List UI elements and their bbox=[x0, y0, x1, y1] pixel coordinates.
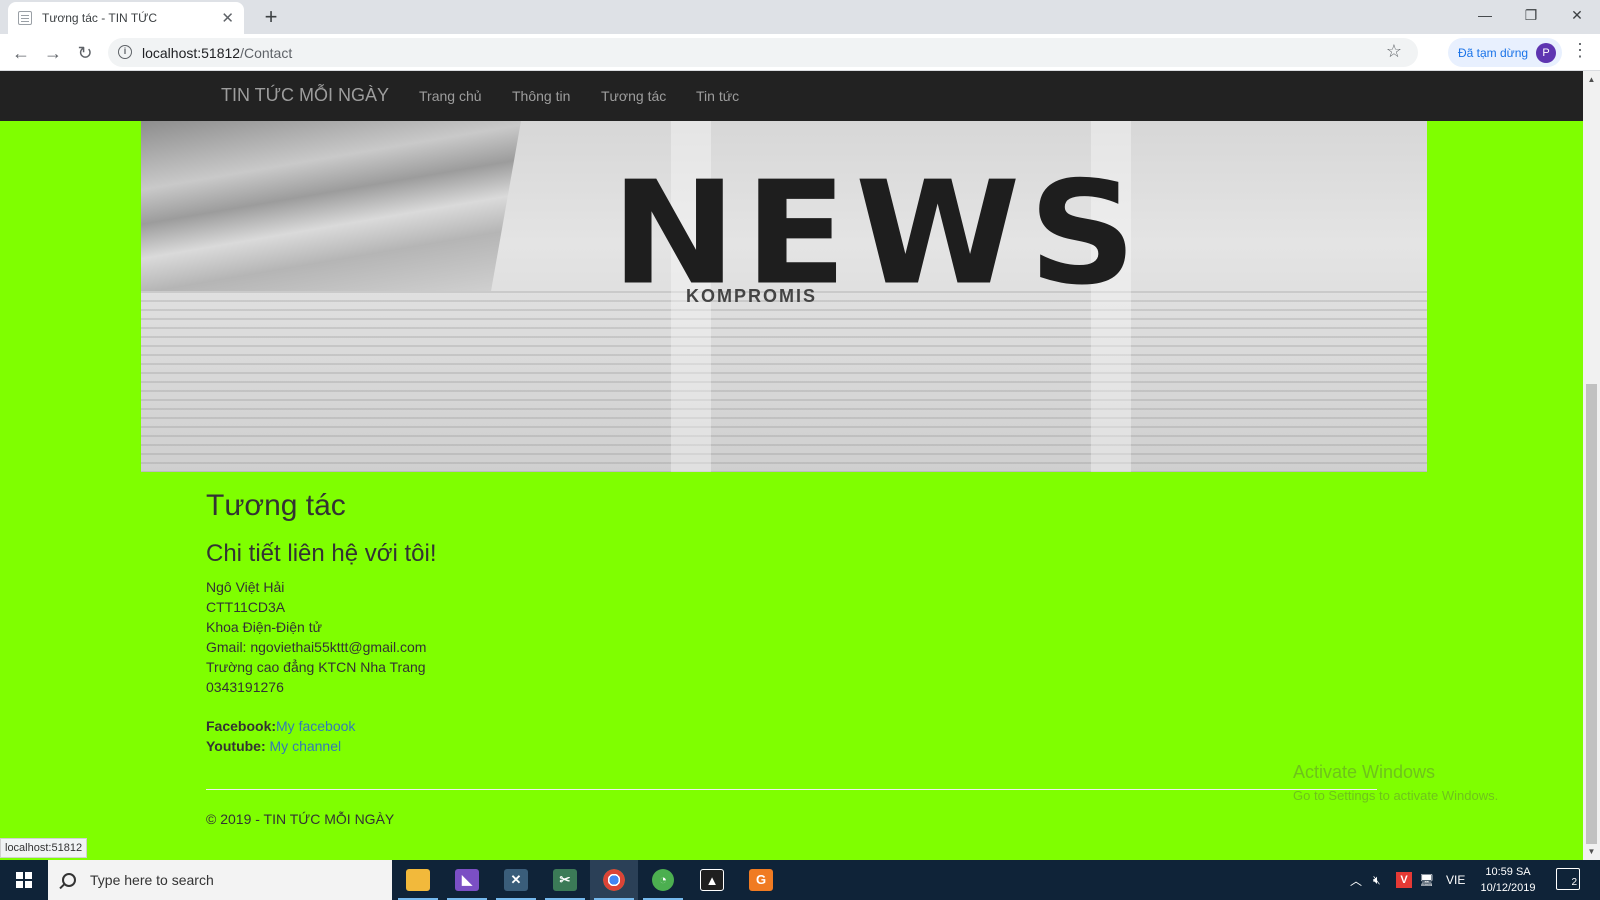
tools-icon[interactable]: ✕ bbox=[492, 860, 540, 900]
browser-tab-strip: Tương tác - TIN TỨC ✕ + — ❐ ✕ bbox=[0, 0, 1600, 34]
scroll-down-icon[interactable]: ▼ bbox=[1583, 843, 1600, 860]
antivirus-icon[interactable]: V bbox=[1396, 860, 1412, 900]
profile-button[interactable]: Đã tạm dừng P bbox=[1448, 38, 1562, 67]
url-path: /Contact bbox=[240, 45, 293, 61]
facebook-link[interactable]: My facebook bbox=[276, 718, 355, 734]
youtube-label: Youtube: bbox=[206, 738, 266, 754]
windows-logo-icon bbox=[16, 872, 32, 888]
back-button[interactable]: ← bbox=[8, 40, 34, 66]
foxit-pdf-icon[interactable]: G bbox=[737, 860, 785, 900]
youtube-link[interactable]: My channel bbox=[270, 738, 342, 754]
banner-headline: NEWS bbox=[611, 151, 1145, 317]
clock-time: 10:59 SA bbox=[1485, 866, 1531, 878]
newspaper-texture bbox=[141, 291, 1427, 472]
network-icon[interactable]: 🖥︎ bbox=[1419, 860, 1434, 900]
activate-windows-title: Activate Windows bbox=[1293, 762, 1436, 782]
activate-windows-hint: Go to Settings to activate Windows. bbox=[1293, 788, 1499, 803]
search-icon bbox=[62, 873, 76, 887]
browser-tab[interactable]: Tương tác - TIN TỨC ✕ bbox=[8, 2, 244, 34]
site-info-icon[interactable]: i bbox=[118, 45, 132, 59]
contact-name: Ngô Việt Hải bbox=[206, 579, 285, 595]
facebook-row: Facebook:My facebook bbox=[206, 716, 355, 736]
start-button[interactable] bbox=[0, 860, 48, 900]
action-center-icon[interactable]: 2 bbox=[1556, 868, 1580, 890]
new-tab-button[interactable]: + bbox=[258, 4, 284, 30]
nav-link-contact[interactable]: Tương tác bbox=[601, 88, 666, 104]
contact-school: Trường cao đẳng KTCN Nha Trang bbox=[206, 659, 426, 675]
volume-muted-icon[interactable]: 🔇︎ bbox=[1373, 860, 1381, 900]
page-favicon-icon bbox=[18, 11, 32, 25]
banner-subheadline: KOMPROMIS bbox=[686, 286, 818, 306]
browser-toolbar: ← → ↻ i localhost:51812/Contact ☆ Đã tạm… bbox=[0, 34, 1600, 71]
close-window-button[interactable]: ✕ bbox=[1554, 0, 1600, 30]
page-title: Tương tác bbox=[206, 489, 346, 522]
scroll-up-icon[interactable]: ▲ bbox=[1583, 71, 1600, 88]
page-viewport: TIN TỨC MỖI NGÀY Trang chủ Thông tin Tươ… bbox=[0, 71, 1583, 860]
site-brand-link[interactable]: TIN TỨC MỖI NGÀY bbox=[221, 85, 389, 106]
contact-address: Ngô Việt Hải CTT11CD3A Khoa Điện-Điện tử… bbox=[206, 577, 426, 697]
chrome-icon[interactable] bbox=[590, 860, 638, 900]
newspaper-stack bbox=[141, 121, 521, 291]
avatar: P bbox=[1536, 42, 1557, 63]
nav-link-news[interactable]: Tin tức bbox=[696, 88, 739, 104]
address-url[interactable]: localhost:51812/Contact bbox=[142, 45, 292, 61]
nav-link-home[interactable]: Trang chủ bbox=[419, 88, 482, 104]
facebook-label: Facebook: bbox=[206, 718, 277, 734]
forward-button[interactable]: → bbox=[40, 40, 66, 66]
browser-menu-icon[interactable]: ⋮ bbox=[1570, 40, 1590, 61]
file-explorer-icon[interactable] bbox=[394, 860, 442, 900]
clock-date: 10/12/2019 bbox=[1480, 882, 1536, 894]
tab-close-icon[interactable]: ✕ bbox=[221, 9, 234, 27]
photos-icon[interactable]: ▲ bbox=[688, 860, 736, 900]
minimize-button[interactable]: — bbox=[1462, 0, 1508, 30]
snipping-tool-icon[interactable]: ✂ bbox=[541, 860, 589, 900]
nav-link-about[interactable]: Thông tin bbox=[512, 88, 570, 104]
show-hidden-icons-chevron-icon[interactable]: ︿ bbox=[1350, 860, 1362, 900]
url-host: localhost:51812 bbox=[142, 45, 241, 61]
contact-email: Gmail: ngoviethai55kttt@gmail.com bbox=[206, 639, 427, 655]
windows-taskbar: Type here to search ◣ ✕ ✂ ◔ ▲ G ︿ 🔇︎ V 🖥… bbox=[0, 860, 1600, 900]
search-placeholder: Type here to search bbox=[90, 872, 214, 888]
contact-phone: 0343191276 bbox=[206, 679, 284, 695]
scrollbar-thumb[interactable] bbox=[1586, 384, 1597, 844]
youtube-row: Youtube: My channel bbox=[206, 736, 355, 756]
social-links: Facebook:My facebook Youtube: My channel bbox=[206, 716, 355, 756]
bookmark-star-icon[interactable]: ☆ bbox=[1386, 41, 1402, 62]
reload-button[interactable]: ↻ bbox=[72, 40, 98, 66]
taskbar-search[interactable]: Type here to search bbox=[48, 860, 392, 900]
address-bar[interactable]: i localhost:51812/Contact ☆ bbox=[108, 38, 1418, 67]
contact-class: CTT11CD3A bbox=[206, 599, 286, 615]
status-bubble: localhost:51812 bbox=[0, 838, 88, 858]
page-subtitle: Chi tiết liên hệ với tôi! bbox=[206, 540, 437, 567]
taskbar-clock[interactable]: 10:59 SA 10/12/2019 bbox=[1468, 864, 1548, 896]
restore-button[interactable]: ❐ bbox=[1508, 0, 1554, 30]
visual-studio-icon[interactable]: ◣ bbox=[443, 860, 491, 900]
profile-status-label: Đã tạm dừng bbox=[1458, 45, 1529, 60]
news-banner-image: NEWS KOMPROMIS bbox=[141, 121, 1427, 472]
coccoc-browser-icon[interactable]: ◔ bbox=[639, 860, 687, 900]
page-footer: © 2019 - TIN TỨC MỖI NGÀY bbox=[206, 811, 395, 827]
footer-divider bbox=[206, 789, 1377, 790]
input-language-indicator[interactable]: VIE bbox=[1446, 860, 1465, 900]
page-scrollbar[interactable]: ▲ ▼ bbox=[1583, 71, 1600, 860]
contact-faculty: Khoa Điện-Điện tử bbox=[206, 619, 322, 635]
site-navbar: TIN TỨC MỖI NGÀY Trang chủ Thông tin Tươ… bbox=[0, 71, 1583, 121]
tab-title: Tương tác - TIN TỨC bbox=[42, 11, 158, 25]
